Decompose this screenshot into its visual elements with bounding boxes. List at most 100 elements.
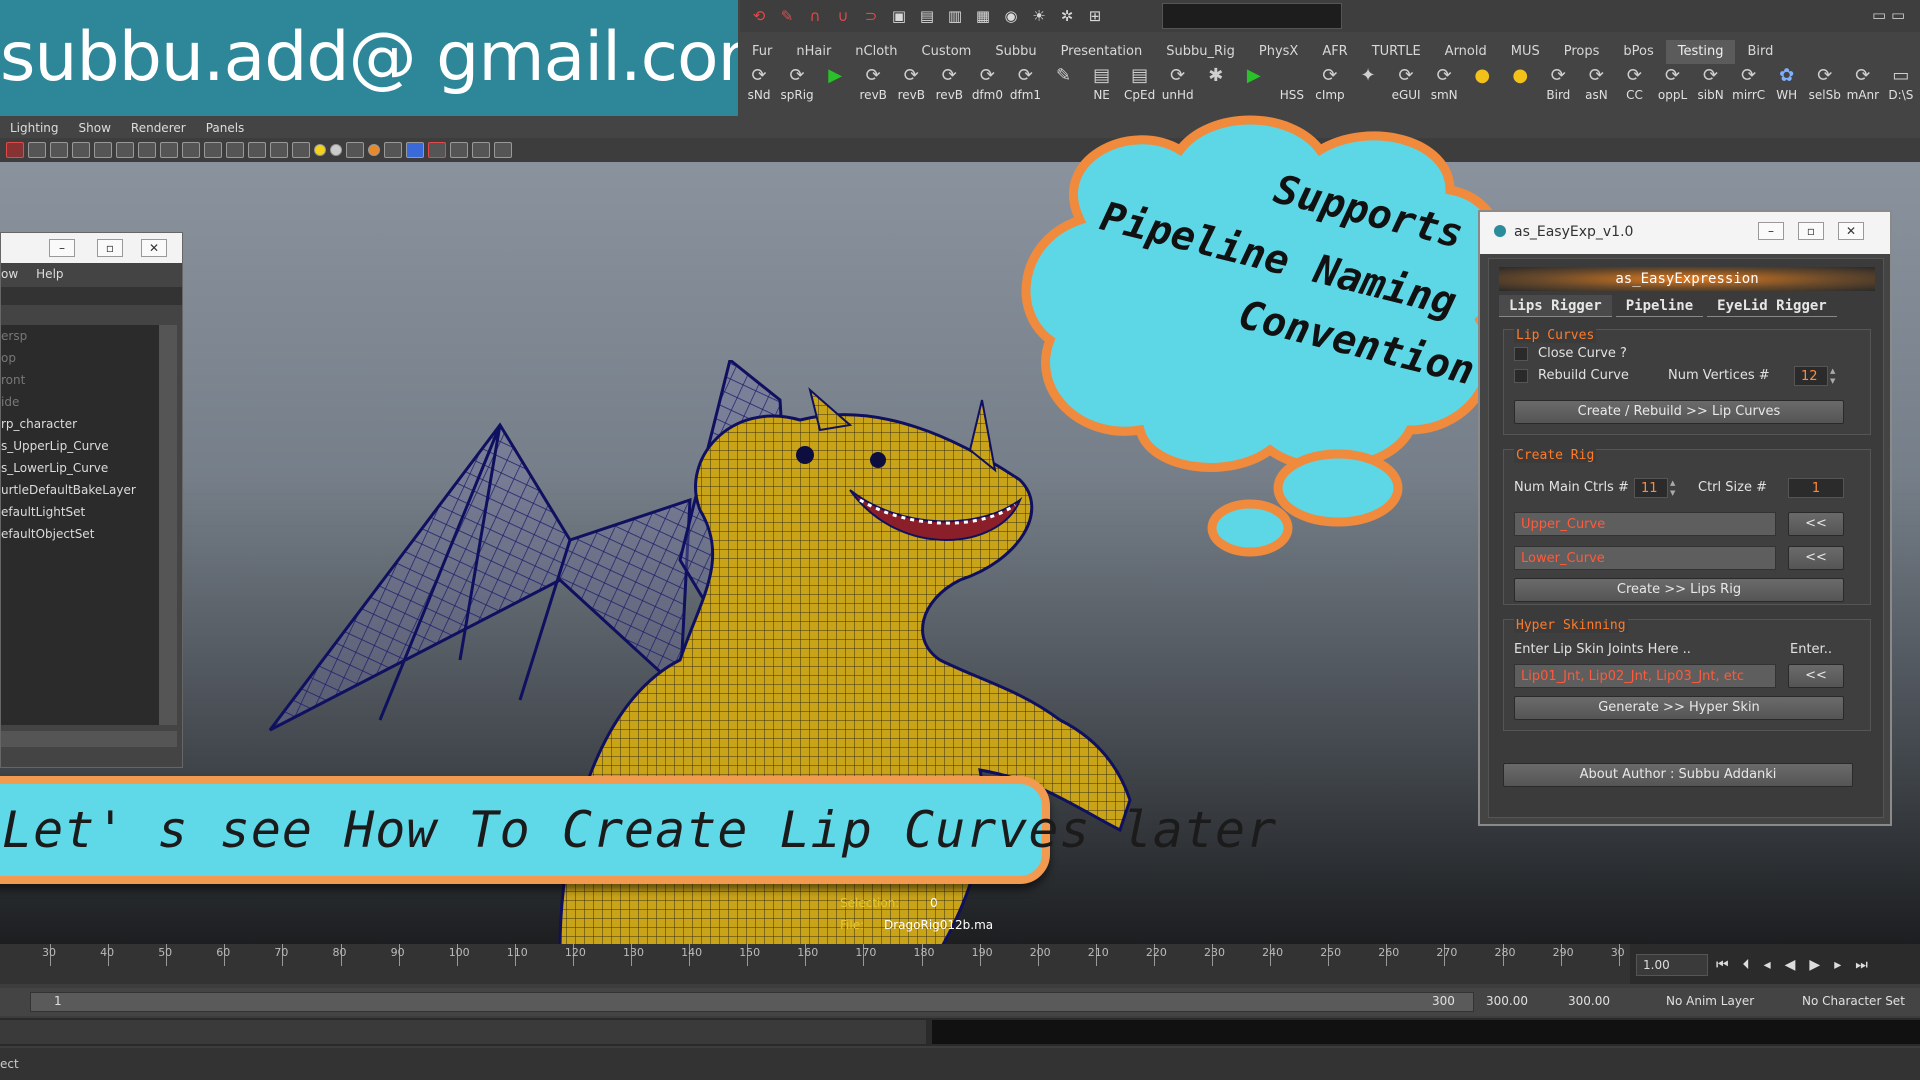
tab-lips-rigger[interactable]: Lips Rigger bbox=[1499, 295, 1612, 317]
outliner-menu-item[interactable]: ow bbox=[1, 267, 18, 281]
outliner-item[interactable]: ide bbox=[1, 391, 159, 413]
play-forwards-icon[interactable]: ▶ bbox=[1809, 957, 1820, 973]
outliner-filter-field[interactable] bbox=[1, 287, 182, 305]
ipr-icon[interactable]: ▤ bbox=[916, 5, 938, 27]
viewport-menu-renderer[interactable]: Renderer bbox=[121, 121, 196, 135]
magnet-curve-icon[interactable]: ∩ bbox=[804, 5, 826, 27]
shelf-button[interactable]: ⟳revB bbox=[854, 64, 892, 102]
shelf-button[interactable]: ⟳mirrC bbox=[1730, 64, 1768, 102]
shelf-button[interactable]: ▤NE bbox=[1083, 64, 1121, 102]
outliner-item[interactable]: ersp bbox=[1, 325, 159, 347]
shelf-tab-physx[interactable]: PhysX bbox=[1247, 40, 1310, 64]
shelf-tab-props[interactable]: Props bbox=[1552, 40, 1612, 64]
shelf-button[interactable]: ⟳spRig bbox=[778, 64, 816, 102]
xray-icon[interactable] bbox=[346, 142, 364, 158]
shelf-button[interactable]: ⟳revB bbox=[892, 64, 930, 102]
outliner-item[interactable]: rp_character bbox=[1, 413, 159, 435]
shelf-button[interactable]: ⟳revB bbox=[930, 64, 968, 102]
select-camera-icon[interactable] bbox=[6, 142, 24, 158]
shelf-tab-custom[interactable]: Custom bbox=[910, 40, 984, 64]
lasso-icon[interactable]: ⟲ bbox=[748, 5, 770, 27]
xray-joints-icon[interactable] bbox=[450, 142, 468, 158]
step-back-key-icon[interactable]: ⏴ bbox=[1743, 957, 1750, 973]
viewport-menu-show[interactable]: Show bbox=[69, 121, 121, 135]
safe-action-icon[interactable] bbox=[204, 142, 222, 158]
shelf-tab-arnold[interactable]: Arnold bbox=[1433, 40, 1499, 64]
high-quality-icon[interactable] bbox=[330, 144, 342, 156]
outliner-horizontal-scrollbar[interactable] bbox=[1, 731, 177, 747]
shelf-button[interactable]: ⟳CC bbox=[1615, 64, 1653, 102]
shadows-icon[interactable] bbox=[314, 144, 326, 156]
shelf-tab-bird[interactable]: Bird bbox=[1735, 40, 1785, 64]
shelf-button[interactable]: ⟳Bird bbox=[1539, 64, 1577, 102]
shelf-button[interactable]: ● bbox=[1463, 64, 1501, 88]
isolate-select-icon[interactable] bbox=[428, 142, 446, 158]
shelf-button[interactable]: ▭D:\S bbox=[1882, 64, 1920, 102]
create-lips-rig-button[interactable]: Create >> Lips Rig bbox=[1514, 578, 1844, 602]
shelf-tab-subbu[interactable]: Subbu bbox=[983, 40, 1048, 64]
range-slider[interactable] bbox=[30, 992, 1474, 1012]
shelf-button[interactable]: ▤CpEd bbox=[1121, 64, 1159, 102]
close-icon[interactable]: ✕ bbox=[141, 239, 167, 257]
shelf-tab-turtle[interactable]: TURTLE bbox=[1360, 40, 1433, 64]
viewport-menu-panels[interactable]: Panels bbox=[196, 121, 255, 135]
upper-curve-field[interactable]: Upper_Curve bbox=[1514, 512, 1776, 536]
shelf-tab-mus[interactable]: MUS bbox=[1499, 40, 1552, 64]
grid-icon[interactable] bbox=[94, 142, 112, 158]
shelf-button[interactable]: ● bbox=[1501, 64, 1539, 88]
load-lip-joints-button[interactable]: << bbox=[1788, 664, 1844, 688]
window-controls-icon[interactable]: ▭ ▭ bbox=[1872, 6, 1918, 26]
outliner-titlebar[interactable]: – ▫ ✕ bbox=[1, 233, 182, 263]
shelf-button[interactable]: ⟳asN bbox=[1577, 64, 1615, 102]
shelf-button[interactable]: HSS bbox=[1273, 64, 1311, 102]
field-chart-icon[interactable] bbox=[182, 142, 200, 158]
go-to-end-icon[interactable]: ⏭ bbox=[1855, 957, 1868, 973]
num-main-ctrls-field[interactable]: 11 bbox=[1634, 478, 1668, 498]
close-icon[interactable]: ✕ bbox=[1838, 222, 1864, 240]
generate-hyper-skin-button[interactable]: Generate >> Hyper Skin bbox=[1514, 696, 1844, 720]
image-plane-icon[interactable] bbox=[72, 142, 90, 158]
shelf-tab-ncloth[interactable]: nCloth bbox=[843, 40, 909, 64]
lip-joints-field[interactable]: Lip01_Jnt, Lip02_Jnt, Lip03_Jnt, etc bbox=[1514, 664, 1776, 688]
wireframe-icon[interactable] bbox=[226, 142, 244, 158]
load-upper-curve-button[interactable]: << bbox=[1788, 512, 1844, 536]
viewport-menu-lighting[interactable]: Lighting bbox=[0, 121, 69, 135]
maximize-icon[interactable]: ▫ bbox=[97, 239, 123, 257]
go-to-start-icon[interactable]: ⏮ bbox=[1716, 957, 1729, 973]
shelf-button[interactable]: ⟳dfm1 bbox=[1006, 64, 1044, 102]
outliner-menu-item[interactable]: Help bbox=[36, 267, 63, 281]
shelf-button[interactable]: ⟳sibN bbox=[1692, 64, 1730, 102]
shelf-button[interactable]: ⟳smN bbox=[1425, 64, 1463, 102]
xray-active-icon[interactable] bbox=[472, 142, 490, 158]
magnet-surface-icon[interactable]: ∪ bbox=[832, 5, 854, 27]
shelf-button[interactable]: ⟳dfm0 bbox=[968, 64, 1006, 102]
bookmarks-icon[interactable] bbox=[50, 142, 68, 158]
shelf-button[interactable]: ▶ bbox=[1235, 64, 1273, 88]
ambient-occlusion-icon[interactable] bbox=[368, 144, 380, 156]
shelf-button[interactable]: ⟳eGUI bbox=[1387, 64, 1425, 102]
shelf-button[interactable]: ✦ bbox=[1349, 64, 1387, 88]
shelf-tab-subbu-rig[interactable]: Subbu_Rig bbox=[1154, 40, 1247, 64]
smooth-shade-icon[interactable] bbox=[248, 142, 266, 158]
paint-select-icon[interactable]: ✎ bbox=[776, 5, 798, 27]
share-icon[interactable] bbox=[494, 142, 512, 158]
camera-attributes-icon[interactable] bbox=[28, 142, 46, 158]
render-icon[interactable]: ▣ bbox=[888, 5, 910, 27]
maximize-icon[interactable]: ▫ bbox=[1798, 222, 1824, 240]
shelf-button[interactable]: ⟳selSb bbox=[1806, 64, 1844, 102]
num-vertices-spinner-icon[interactable]: ▲▼ bbox=[1830, 366, 1840, 386]
minimize-icon[interactable]: – bbox=[49, 239, 75, 257]
shelf-button[interactable]: ▶ bbox=[816, 64, 854, 88]
tab-eyelid-rigger[interactable]: EyeLid Rigger bbox=[1707, 295, 1837, 317]
shelf-tab-fur[interactable]: Fur bbox=[740, 40, 784, 64]
light-icon[interactable]: ☀ bbox=[1028, 5, 1050, 27]
input-line-field[interactable] bbox=[1162, 3, 1342, 29]
shelf-button[interactable]: ✎ bbox=[1045, 64, 1083, 88]
command-input[interactable] bbox=[0, 1020, 926, 1044]
camera-icon[interactable]: ◉ bbox=[1000, 5, 1022, 27]
magnet-point-icon[interactable]: ⊃ bbox=[860, 5, 882, 27]
playback-end-field[interactable]: 300.00 bbox=[1568, 994, 1610, 1008]
outliner-item[interactable]: s_UpperLip_Curve bbox=[1, 435, 159, 457]
outliner-item[interactable]: efaultLightSet bbox=[1, 501, 159, 523]
outliner-item[interactable]: ront bbox=[1, 369, 159, 391]
